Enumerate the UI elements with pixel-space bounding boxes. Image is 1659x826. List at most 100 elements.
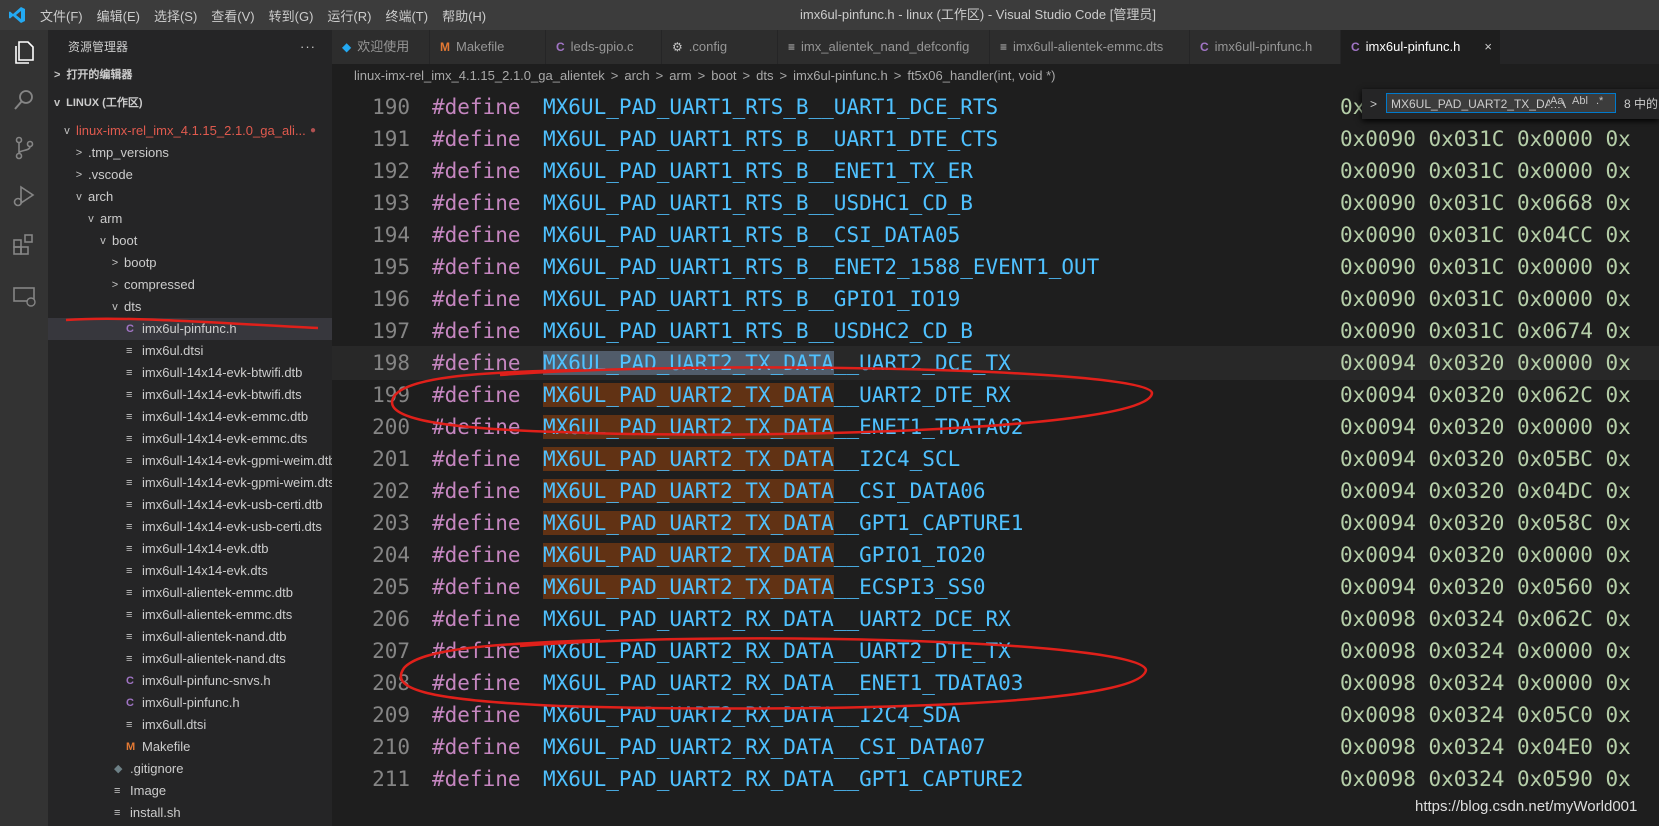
- tab-5[interactable]: ≡ imx6ull-alientek-emmc.dts: [990, 30, 1190, 64]
- tab-3[interactable]: ⚙ .config: [662, 30, 778, 64]
- code-line[interactable]: 199 #define MX6UL_PAD_UART2_TX_DATA__UART2…: [332, 378, 1659, 412]
- extensions-icon[interactable]: [10, 230, 38, 258]
- tree-file[interactable]: ≡ imx6ull-alientek-nand.dts: [48, 648, 332, 670]
- tree-folder[interactable]: v dts: [48, 296, 332, 318]
- match-word-icon[interactable]: Abl: [1572, 95, 1588, 107]
- code-line[interactable]: 202 #define MX6UL_PAD_UART2_TX_DATA__CSI_D…: [332, 474, 1659, 508]
- tree-item-label: imx6ul.dtsi: [142, 343, 204, 358]
- code-line[interactable]: 210 #define MX6UL_PAD_UART2_RX_DATA__CSI_D…: [332, 730, 1659, 764]
- tree-file[interactable]: M Makefile: [48, 736, 332, 758]
- tree-folder[interactable]: v linux-imx-rel_imx_4.1.15_2.1.0_ga_ali..…: [48, 120, 332, 142]
- code-line[interactable]: 192 #define MX6UL_PAD_UART1_RTS_B__ENET1_T…: [332, 154, 1659, 188]
- code-line[interactable]: 196 #define MX6UL_PAD_UART1_RTS_B__GPIO1_I…: [332, 282, 1659, 316]
- tree-file[interactable]: ≡ imx6ull-14x14-evk-gpmi-weim.dts: [48, 472, 332, 494]
- tree-folder[interactable]: > .tmp_versions: [48, 142, 332, 164]
- breadcrumb-item[interactable]: arch: [624, 68, 649, 83]
- tab-4[interactable]: ≡ imx_alientek_nand_defconfig: [778, 30, 990, 64]
- code-line[interactable]: 194 #define MX6UL_PAD_UART1_RTS_B__CSI_DAT…: [332, 218, 1659, 252]
- close-icon[interactable]: ×: [1484, 30, 1492, 64]
- tree-file[interactable]: ≡ imx6ull-14x14-evk.dtb: [48, 538, 332, 560]
- tree-folder[interactable]: v boot: [48, 230, 332, 252]
- tree-file[interactable]: ≡ imx6ull-alientek-emmc.dts: [48, 604, 332, 626]
- run-debug-icon[interactable]: [10, 182, 38, 210]
- menu-run[interactable]: 运行(R): [327, 6, 371, 25]
- tree-file[interactable]: ≡ imx6ull.dtsi: [48, 714, 332, 736]
- code-line[interactable]: 195 #define MX6UL_PAD_UART1_RTS_B__ENET2_1…: [332, 250, 1659, 284]
- tab-2[interactable]: Cleds-gpio.c: [546, 30, 662, 64]
- code-line[interactable]: 201 #define MX6UL_PAD_UART2_TX_DATA__I2C4_…: [332, 442, 1659, 476]
- breadcrumb-item[interactable]: boot: [711, 68, 736, 83]
- code-line[interactable]: 197 #define MX6UL_PAD_UART1_RTS_B__USDHC2_…: [332, 314, 1659, 348]
- breadcrumb-item[interactable]: dts: [756, 68, 773, 83]
- menu-view[interactable]: 查看(V): [211, 6, 254, 25]
- tree-file[interactable]: Cimx6ull-pinfunc-snvs.h: [48, 670, 332, 692]
- macro-name: MX6UL_PAD_UART1_RTS_B__UART1_DTE_CTS: [543, 122, 998, 156]
- code-line[interactable]: 208 #define MX6UL_PAD_UART2_RX_DATA__ENET1…: [332, 666, 1659, 700]
- breadcrumb-item[interactable]: imx6ul-pinfunc.h: [793, 68, 888, 83]
- tree-file[interactable]: ≡ imx6ull-14x14-evk-emmc.dtb: [48, 406, 332, 428]
- tree-file[interactable]: ≡ imx6ull-alientek-nand.dtb: [48, 626, 332, 648]
- menu-file[interactable]: 文件(F): [40, 6, 83, 25]
- tree-file[interactable]: ≡ imx6ull-14x14-evk-emmc.dts: [48, 428, 332, 450]
- workspace-section[interactable]: v LINUX (工作区): [48, 86, 332, 120]
- code-editor[interactable]: 190 #define MX6UL_PAD_UART1_RTS_B__UART1_D…: [332, 88, 1659, 826]
- code-line[interactable]: 206 #define MX6UL_PAD_UART2_RX_DATA__UART2…: [332, 602, 1659, 636]
- tree-file[interactable]: ≡ imx6ull-14x14-evk-usb-certi.dts: [48, 516, 332, 538]
- tree-file[interactable]: ≡ imx6ull-14x14-evk-gpmi-weim.dtb: [48, 450, 332, 472]
- tree-folder[interactable]: v arm: [48, 208, 332, 230]
- menu-help[interactable]: 帮助(H): [442, 6, 486, 25]
- tree-item-label: .tmp_versions: [88, 145, 169, 160]
- tree-item-label: imx6ull-14x14-evk-usb-certi.dts: [142, 519, 322, 534]
- code-line[interactable]: 191 #define MX6UL_PAD_UART1_RTS_B__UART1_D…: [332, 122, 1659, 156]
- find-toggle-replace-icon[interactable]: >: [1370, 89, 1377, 119]
- code-line[interactable]: 203 #define MX6UL_PAD_UART2_TX_DATA__GPT1_…: [332, 506, 1659, 540]
- breadcrumb-item[interactable]: linux-imx-rel_imx_4.1.15_2.1.0_ga_alient…: [354, 68, 605, 83]
- tree-file[interactable]: ≡ install.sh: [48, 802, 332, 824]
- code-line[interactable]: 198 #define MX6UL_PAD_UART2_TX_DATA__UART2…: [332, 346, 1659, 380]
- tree-file[interactable]: ≡ imx6ull-14x14-evk-usb-certi.dtb: [48, 494, 332, 516]
- tree-file[interactable]: ≡ imx6ull-14x14-evk-btwifi.dts: [48, 384, 332, 406]
- tree-file[interactable]: ≡ imx6ull-alientek-emmc.dtb: [48, 582, 332, 604]
- tab-1[interactable]: M Makefile: [430, 30, 546, 64]
- vscode-logo-icon[interactable]: [8, 6, 26, 24]
- source-control-icon[interactable]: [10, 134, 38, 162]
- code-line[interactable]: 209 #define MX6UL_PAD_UART2_RX_DATA__I2C4_…: [332, 698, 1659, 732]
- macro-suffix: __ENET1_TDATA03: [833, 671, 1024, 695]
- search-icon[interactable]: [10, 86, 38, 114]
- menu-edit[interactable]: 编辑(E): [97, 6, 140, 25]
- remote-explorer-icon[interactable]: [10, 282, 38, 310]
- breadcrumb-item[interactable]: arm: [669, 68, 691, 83]
- tree-file[interactable]: ◆ .gitignore: [48, 758, 332, 780]
- more-actions-icon[interactable]: ···: [300, 30, 316, 64]
- regex-icon[interactable]: .*: [1596, 95, 1604, 107]
- tree-folder[interactable]: > compressed: [48, 274, 332, 296]
- tree-file[interactable]: ≡ imx6ull-14x14-evk.dts: [48, 560, 332, 582]
- code-line[interactable]: 200 #define MX6UL_PAD_UART2_TX_DATA__ENET1…: [332, 410, 1659, 444]
- explorer-icon[interactable]: [10, 38, 38, 66]
- code-line[interactable]: 207 #define MX6UL_PAD_UART2_RX_DATA__UART2…: [332, 634, 1659, 668]
- menu-go[interactable]: 转到(G): [269, 6, 314, 25]
- tree-folder[interactable]: > .vscode: [48, 164, 332, 186]
- tab-6[interactable]: Cimx6ull-pinfunc.h: [1190, 30, 1341, 64]
- tree-folder[interactable]: v arch: [48, 186, 332, 208]
- tree-file[interactable]: ≡ imx6ull-14x14-evk-btwifi.dtb: [48, 362, 332, 384]
- macro-suffix: __ENET1_TX_ER: [808, 159, 973, 183]
- tree-folder[interactable]: > bootp: [48, 252, 332, 274]
- pad-values: 0x0098 0x0324 0x04E0 0x: [1340, 735, 1631, 759]
- code-line[interactable]: 205 #define MX6UL_PAD_UART2_TX_DATA__ECSPI…: [332, 570, 1659, 604]
- tab-7[interactable]: Cimx6ul-pinfunc.h ×: [1341, 30, 1501, 64]
- file-icon: ≡: [126, 499, 133, 511]
- menu-selection[interactable]: 选择(S): [154, 6, 197, 25]
- tree-file[interactable]: Cimx6ul-pinfunc.h: [48, 318, 332, 340]
- tab-0[interactable]: ◆ 欢迎使用: [332, 30, 430, 64]
- menu-terminal[interactable]: 终端(T): [385, 6, 428, 25]
- code-line[interactable]: 204 #define MX6UL_PAD_UART2_TX_DATA__GPIO1…: [332, 538, 1659, 572]
- tree-file[interactable]: ≡ Image: [48, 780, 332, 802]
- breadcrumb-item[interactable]: ft5x06_handler(int, void *): [907, 68, 1055, 83]
- tree-file[interactable]: Cimx6ull-pinfunc.h: [48, 692, 332, 714]
- tree-file[interactable]: ≡ imx6ul.dtsi: [48, 340, 332, 362]
- open-editors-section[interactable]: > 打开的编辑器: [48, 64, 332, 86]
- match-case-icon[interactable]: Aa: [1550, 95, 1564, 107]
- code-line[interactable]: 193 #define MX6UL_PAD_UART1_RTS_B__USDHC1_…: [332, 186, 1659, 220]
- code-line[interactable]: 211 #define MX6UL_PAD_UART2_RX_DATA__GPT1_…: [332, 762, 1659, 796]
